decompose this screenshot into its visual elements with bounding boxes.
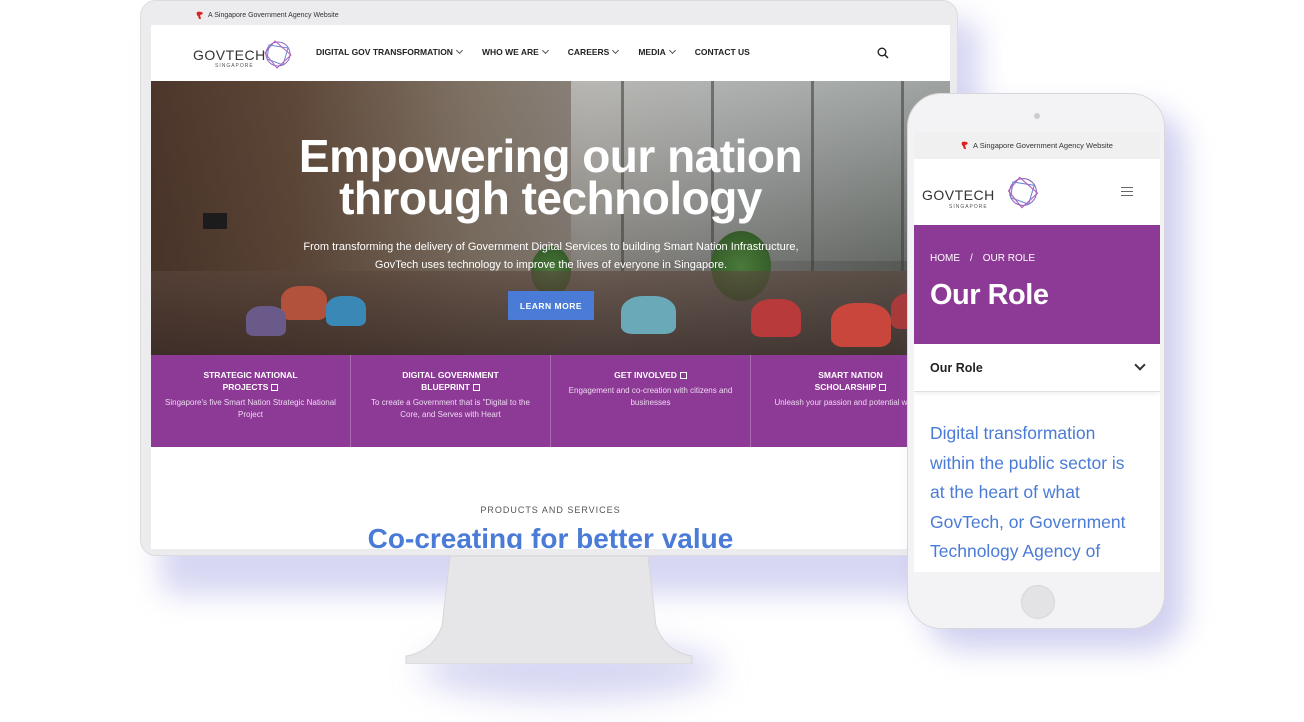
lion-head-icon — [961, 141, 969, 149]
logo-text: GOVTECH — [922, 187, 995, 203]
intro-line: Technology Agency of — [930, 541, 1101, 561]
feature-heading: GET INVOLVED — [561, 369, 740, 381]
search-icon[interactable] — [877, 47, 889, 59]
nav-media[interactable]: MEDIA — [638, 46, 676, 57]
feature-heading-line: PROJECTS — [161, 381, 340, 393]
chair-decor — [831, 303, 891, 347]
chevron-down-icon — [1134, 359, 1146, 371]
nav-label: DIGITAL GOV TRANSFORMATION — [316, 47, 453, 57]
nav-label: WHO WE ARE — [481, 47, 539, 57]
intro-text: Digital transformation within the public… — [930, 419, 1150, 567]
chevron-down-icon — [612, 46, 620, 55]
intro-line: within the public sector is — [930, 452, 1125, 473]
feature-heading-line: DIGITAL GOVERNMENT — [402, 370, 499, 380]
products-label: PRODUCTS AND SERVICES — [480, 505, 621, 515]
hero-desc-line: From transforming the delivery of Govern… — [303, 241, 799, 253]
feature-strategic-national-projects[interactable]: STRATEGIC NATIONAL PROJECTS Singapore's … — [151, 355, 351, 447]
feature-digital-government-blueprint[interactable]: DIGITAL GOVERNMENT BLUEPRINT To create a… — [351, 355, 551, 447]
logo-subtext: SINGAPORE — [215, 63, 254, 69]
phone-device: A Singapore Government Agency Website GO… — [907, 93, 1165, 629]
feature-get-involved[interactable]: GET INVOLVED Engagement and co-creation … — [551, 355, 751, 447]
external-link-icon — [879, 384, 887, 391]
products-title: Co-creating for better value — [367, 523, 734, 549]
logo-text: GOVTECH — [193, 47, 266, 63]
govtech-logo[interactable]: GOVTECH SINGAPORE — [922, 173, 1047, 213]
feature-heading: DIGITAL GOVERNMENT BLUEPRINT — [361, 369, 540, 393]
main-nav: DIGITAL GOV TRANSFORMATION WHO WE ARE CA… — [316, 46, 750, 57]
feature-heading-line: GET INVOLVED — [561, 369, 740, 381]
nav-careers[interactable]: CAREERS — [567, 46, 620, 57]
chair-decor — [281, 286, 327, 320]
nav-label: CAREERS — [567, 47, 610, 57]
feature-heading-text: GET INVOLVED — [614, 370, 677, 380]
hero-desc-line: GovTech uses technology to improve the l… — [374, 259, 728, 271]
nav-label: MEDIA — [638, 47, 666, 57]
external-link-icon — [271, 384, 279, 391]
phone-page-hero: HOME / OUR ROLE Our Role — [914, 225, 1160, 344]
feature-band: STRATEGIC NATIONAL PROJECTS Singapore's … — [151, 355, 950, 447]
gov-agency-strip: A Singapore Government Agency Website — [914, 132, 1160, 159]
breadcrumb-home[interactable]: HOME — [930, 253, 960, 264]
feature-heading: STRATEGIC NATIONAL PROJECTS — [161, 369, 340, 393]
feature-heading-text: PROJECTS — [222, 382, 269, 392]
chevron-down-icon — [541, 46, 549, 55]
govtech-logo-mark — [264, 40, 292, 69]
hero-title-line: Empowering our nation — [298, 130, 803, 182]
gov-agency-strip: A Singapore Government Agency Website — [196, 11, 339, 20]
feature-desc: Singapore's five Smart Nation Strategic … — [165, 398, 336, 419]
govtech-logo[interactable]: GOVTECH SINGAPORE — [193, 37, 298, 71]
hero-description: From transforming the delivery of Govern… — [281, 238, 821, 274]
feature-desc: Engagement and co-creation with citizens… — [568, 386, 733, 407]
learn-more-button[interactable]: LEARN MORE — [508, 291, 594, 320]
nav-contact-us[interactable]: CONTACT US — [695, 47, 750, 57]
logo-subtext: SINGAPORE — [949, 204, 988, 210]
nav-label: CONTACT US — [694, 47, 750, 57]
chevron-down-icon — [455, 46, 463, 55]
breadcrumb: HOME / OUR ROLE — [930, 253, 1035, 264]
lion-head-icon — [196, 11, 203, 19]
feature-desc: To create a Government that is "Digital … — [371, 398, 530, 419]
breadcrumb-current: OUR ROLE — [982, 253, 1036, 264]
phone-speaker — [1034, 113, 1040, 119]
chair-decor — [326, 296, 366, 326]
hamburger-menu-icon[interactable] — [1121, 187, 1133, 196]
accordion-label: Our Role — [930, 361, 983, 375]
nav-digital-gov-transformation[interactable]: DIGITAL GOV TRANSFORMATION — [316, 46, 463, 57]
external-link-icon — [679, 372, 687, 379]
top-navigation: GOVTECH SINGAPORE DIGITAL GOV TRANSFORMA… — [151, 25, 950, 81]
chair-decor — [246, 306, 286, 336]
govtech-logo-mark — [1007, 176, 1039, 209]
phone-header: GOVTECH SINGAPORE — [914, 159, 1160, 225]
page-title: Our Role — [930, 279, 1049, 311]
gov-agency-text: A Singapore Government Agency Website — [973, 141, 1113, 150]
gov-agency-text: A Singapore Government Agency Website — [208, 12, 339, 19]
chevron-down-icon — [668, 46, 676, 55]
feature-heading-line: BLUEPRINT — [361, 381, 540, 393]
phone-screen: A Singapore Government Agency Website GO… — [914, 132, 1160, 572]
intro-line: at the heart of what — [930, 482, 1080, 502]
external-link-icon — [472, 384, 480, 391]
nav-who-we-are[interactable]: WHO WE ARE — [481, 46, 549, 57]
section-accordion[interactable]: Our Role — [914, 344, 1160, 392]
feature-heading-text: BLUEPRINT — [421, 382, 470, 392]
feature-heading-line: STRATEGIC NATIONAL — [203, 370, 298, 380]
chair-decor — [751, 299, 801, 337]
phone-home-button[interactable] — [1021, 585, 1055, 619]
desktop-monitor: A Singapore Government Agency Website GO… — [140, 0, 958, 556]
intro-line: Digital transformation — [930, 423, 1096, 443]
chair-decor — [621, 296, 676, 334]
monitor-stand — [405, 556, 693, 664]
hero-title: Empowering our nation through technology — [151, 130, 950, 224]
intro-line: GovTech, or Government — [930, 511, 1126, 532]
hero-banner: Empowering our nation through technology… — [151, 81, 950, 355]
mockup-stage: A Singapore Government Agency Website GO… — [0, 0, 1304, 722]
feature-heading-text: SCHOLARSHIP — [814, 382, 877, 392]
hero-title-line: through technology — [339, 172, 762, 224]
breadcrumb-separator: / — [970, 253, 973, 264]
desktop-screen: GOVTECH SINGAPORE DIGITAL GOV TRANSFORMA… — [151, 25, 950, 549]
